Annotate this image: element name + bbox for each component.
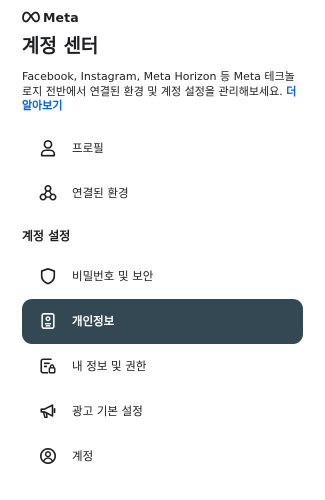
nav-item-label: 계정 (72, 449, 94, 463)
account-settings-heading: 계정 설정 (22, 228, 71, 243)
person-icon (38, 138, 58, 158)
nav-item-label: 광고 기본 설정 (72, 404, 143, 418)
nav-item-accounts[interactable]: 계정 (22, 434, 303, 479)
page-description: Facebook, Instagram, Meta Horizon 등 Meta… (22, 70, 302, 114)
nav-item-label: 연결된 환경 (72, 186, 129, 200)
info-permissions-icon (38, 356, 58, 376)
nav-item-personal-details[interactable]: 개인정보 (22, 298, 303, 344)
nav-item-profile[interactable]: 프로필 (22, 126, 303, 171)
account-circle-icon (38, 446, 58, 466)
nav-item-label: 내 정보 및 권한 (72, 359, 147, 373)
nav-item-label: 프로필 (72, 141, 104, 155)
nav-menu: 프로필 연결된 환경 계정 설정 비밀번호 및 보안 개인정보 내 정보 및 권… (22, 126, 303, 479)
meta-brand: Meta (22, 8, 303, 26)
meta-logo-icon (22, 11, 40, 23)
shield-icon (38, 266, 58, 286)
nav-item-ad-preferences[interactable]: 광고 기본 설정 (22, 389, 303, 434)
nav-item-password-security[interactable]: 비밀번호 및 보안 (22, 254, 303, 299)
accounts-center-panel: Meta 계정 센터 Facebook, Instagram, Meta Hor… (0, 0, 325, 479)
megaphone-icon (38, 401, 58, 421)
nav-item-info-permissions[interactable]: 내 정보 및 권한 (22, 344, 303, 389)
connected-experiences-icon (38, 183, 58, 203)
meta-brand-name: Meta (43, 9, 79, 25)
id-card-icon (38, 311, 58, 331)
page-title: 계정 센터 (22, 35, 99, 57)
nav-item-connected-experiences[interactable]: 연결된 환경 (22, 171, 303, 216)
nav-item-label: 개인정보 (72, 314, 115, 328)
nav-item-label: 비밀번호 및 보안 (72, 269, 154, 283)
description-text: Facebook, Instagram, Meta Horizon 등 Meta… (22, 70, 295, 98)
